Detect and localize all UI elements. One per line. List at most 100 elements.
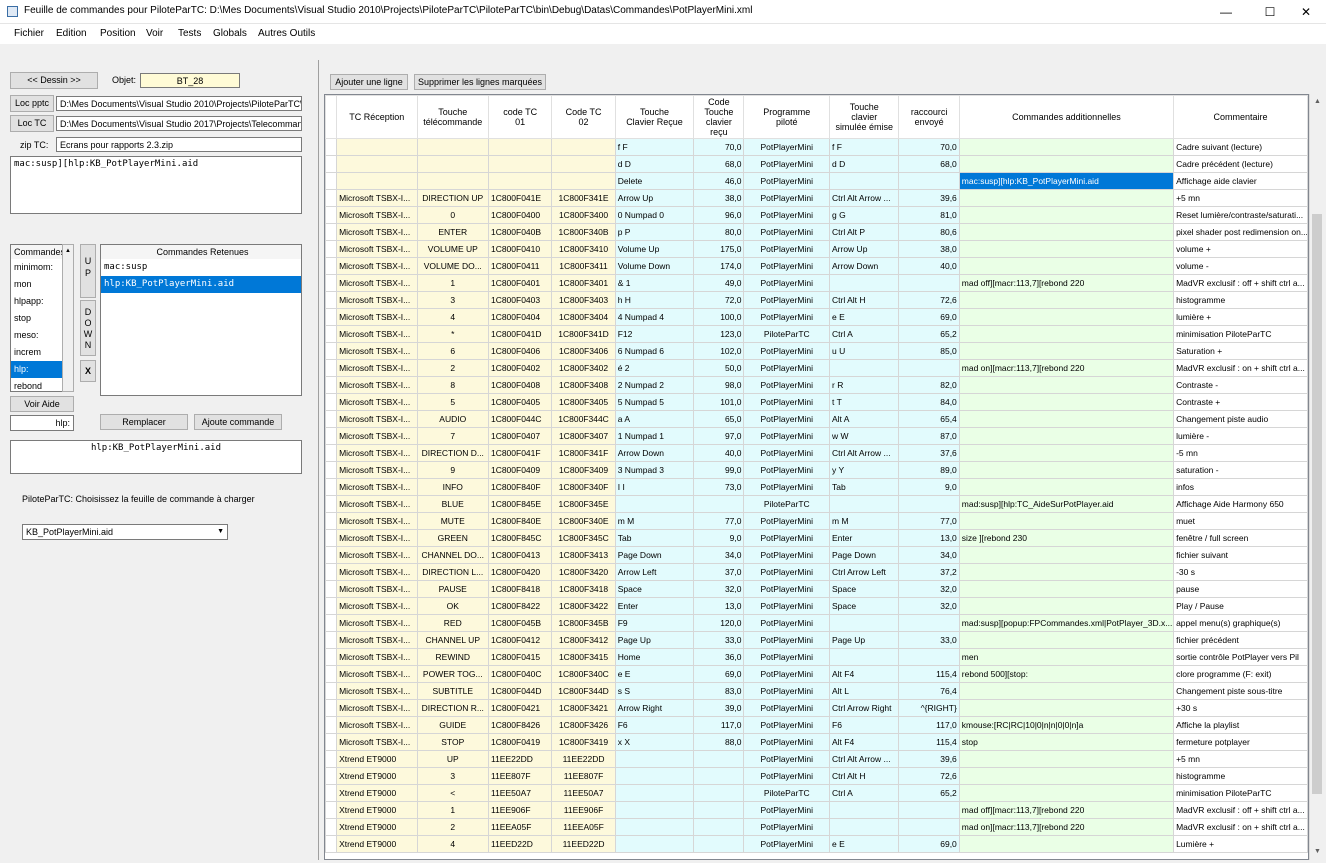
cell-raccourci-envoye[interactable]: 82,0 bbox=[898, 376, 960, 394]
cell-code-tc-01[interactable]: 1C800F0411 bbox=[487, 257, 553, 275]
cell-code-touche-recu[interactable]: 72,0 bbox=[693, 291, 745, 309]
cell-commandes-additionnelles[interactable] bbox=[958, 308, 1175, 326]
cell-touche-clavier-recue[interactable] bbox=[614, 818, 695, 836]
row-header[interactable] bbox=[325, 699, 338, 717]
cell-code-touche-recu[interactable]: 174,0 bbox=[693, 257, 745, 275]
ajoute-commande-button[interactable]: Ajoute commande bbox=[194, 414, 282, 430]
grid-vertical-scrollbar[interactable]: ▲ ▼ bbox=[1309, 94, 1325, 860]
row-header[interactable] bbox=[325, 342, 338, 360]
row-header[interactable] bbox=[325, 223, 338, 241]
cell-touche-simulee-emise[interactable]: Ctrl Alt H bbox=[828, 767, 900, 785]
table-row[interactable]: Xtrend ET9000 2 11EEA05F 11EEA05F PotPlayerM… bbox=[325, 818, 1308, 836]
cell-commentaire[interactable]: Contraste + bbox=[1173, 393, 1308, 411]
cell-programme-pilote[interactable]: PotPlayerMini bbox=[743, 699, 830, 717]
cell-touche-telecommande[interactable]: RED bbox=[416, 614, 489, 632]
cell-raccourci-envoye[interactable]: 89,0 bbox=[898, 461, 960, 479]
cell-touche-clavier-recue[interactable]: x X bbox=[614, 733, 695, 751]
cell-tc-reception[interactable]: Microsoft TSBX-I... bbox=[336, 648, 418, 666]
cell-programme-pilote[interactable]: PotPlayerMini bbox=[743, 461, 830, 479]
cell-code-tc-02[interactable]: 1C800F3412 bbox=[551, 631, 616, 649]
cell-code-tc-01[interactable]: 1C800F845E bbox=[487, 495, 553, 513]
cell-code-tc-02[interactable]: 1C800F3408 bbox=[551, 376, 616, 394]
cell-code-tc-02[interactable]: 11EE906F bbox=[551, 801, 616, 819]
cell-touche-clavier-recue[interactable]: I I bbox=[614, 478, 695, 496]
cell-commandes-additionnelles[interactable] bbox=[958, 461, 1175, 479]
column-header-touche-clavier-recue[interactable]: Touche Clavier Reçue bbox=[614, 95, 695, 139]
cell-programme-pilote[interactable]: PiloteParTC bbox=[743, 495, 830, 513]
cell-touche-simulee-emise[interactable]: w W bbox=[828, 427, 900, 445]
cell-programme-pilote[interactable]: PotPlayerMini bbox=[743, 750, 830, 768]
cell-code-tc-02[interactable]: 1C800F340B bbox=[551, 223, 616, 241]
cell-code-tc-01[interactable]: 1C800F0405 bbox=[487, 393, 553, 411]
cell-touche-clavier-recue[interactable]: p P bbox=[614, 223, 695, 241]
menu-position[interactable]: Position bbox=[100, 28, 136, 39]
cell-touche-simulee-emise[interactable]: Ctrl A bbox=[828, 325, 900, 343]
menu-globals[interactable]: Globals bbox=[213, 28, 247, 39]
cell-tc-reception[interactable]: Microsoft TSBX-I... bbox=[336, 699, 418, 717]
cell-commentaire[interactable]: lumière - bbox=[1173, 427, 1308, 445]
cell-raccourci-envoye[interactable]: 32,0 bbox=[898, 597, 960, 615]
cell-code-touche-recu[interactable]: 73,0 bbox=[693, 478, 745, 496]
cell-code-tc-02[interactable]: 1C800F341F bbox=[551, 444, 616, 462]
cell-code-tc-01[interactable]: 1C800F0402 bbox=[487, 359, 553, 377]
cell-code-tc-02[interactable]: 1C800F345E bbox=[551, 495, 616, 513]
cell-touche-telecommande[interactable]: PAUSE bbox=[416, 580, 489, 598]
cell-code-tc-02[interactable]: 1C800F3418 bbox=[551, 580, 616, 598]
cell-code-tc-01[interactable]: 1C800F8422 bbox=[487, 597, 553, 615]
cell-tc-reception[interactable]: Microsoft TSBX-I... bbox=[336, 580, 418, 598]
cell-tc-reception[interactable]: Microsoft TSBX-I... bbox=[336, 563, 418, 581]
cell-touche-clavier-recue[interactable]: 5 Numpad 5 bbox=[614, 393, 695, 411]
cell-raccourci-envoye[interactable]: 39,6 bbox=[898, 189, 960, 207]
cell-commentaire[interactable]: sortie contrôle PotPlayer vers Pil bbox=[1173, 648, 1308, 666]
cell-code-tc-02[interactable]: 1C800F3415 bbox=[551, 648, 616, 666]
cell-commentaire[interactable]: saturation - bbox=[1173, 461, 1308, 479]
cell-code-tc-01[interactable]: 11EE22DD bbox=[487, 750, 553, 768]
cell-touche-simulee-emise[interactable]: Ctrl A bbox=[828, 784, 900, 802]
cell-tc-reception[interactable]: Microsoft TSBX-I... bbox=[336, 376, 418, 394]
cell-commandes-additionnelles[interactable] bbox=[958, 767, 1175, 785]
cell-code-tc-01[interactable]: 1C800F0410 bbox=[487, 240, 553, 258]
table-row[interactable]: Microsoft TSBX-I... * 1C800F041D 1C800F341D… bbox=[325, 325, 1308, 343]
cell-commentaire[interactable]: +30 s bbox=[1173, 699, 1308, 717]
cell-touche-telecommande[interactable]: 9 bbox=[416, 461, 489, 479]
cell-raccourci-envoye[interactable]: 81,0 bbox=[898, 206, 960, 224]
splitter[interactable] bbox=[318, 60, 319, 860]
cell-touche-clavier-recue[interactable]: F6 bbox=[614, 716, 695, 734]
minimize-button[interactable]: — bbox=[1206, 0, 1246, 24]
cell-code-touche-recu[interactable]: 102,0 bbox=[693, 342, 745, 360]
table-row[interactable]: Microsoft TSBX-I... REWIND 1C800F0415 1C800… bbox=[325, 648, 1308, 666]
cell-commandes-additionnelles[interactable] bbox=[958, 427, 1175, 445]
retenues-list[interactable]: Commandes Retenues mac:susp hlp:KB_PotPl… bbox=[100, 244, 302, 396]
cell-code-tc-01[interactable]: 1C800F0419 bbox=[487, 733, 553, 751]
cell-code-tc-02[interactable]: 1C800F3421 bbox=[551, 699, 616, 717]
table-row[interactable]: Xtrend ET9000 3 11EE807F 11EE807F PotPlayerM… bbox=[325, 767, 1308, 785]
cell-touche-clavier-recue[interactable]: Tab bbox=[614, 529, 695, 547]
cell-code-touche-recu[interactable]: 96,0 bbox=[693, 206, 745, 224]
cell-commandes-additionnelles[interactable]: rebond 500][stop: bbox=[958, 665, 1175, 683]
cell-touche-telecommande[interactable]: 4 bbox=[416, 308, 489, 326]
row-header[interactable] bbox=[325, 733, 338, 751]
cell-commandes-additionnelles[interactable] bbox=[958, 393, 1175, 411]
column-header-touche-telecommande[interactable]: Touche télécommande bbox=[416, 95, 489, 139]
cell-code-tc-01[interactable]: 1C800F0401 bbox=[487, 274, 553, 292]
cell-commentaire[interactable]: MadVR exclusif : off + shift ctrl a... bbox=[1173, 274, 1308, 292]
cell-commandes-additionnelles[interactable]: mad:susp][hlp:TC_AideSurPotPlayer.aid bbox=[958, 495, 1175, 513]
menu-tests[interactable]: Tests bbox=[178, 28, 201, 39]
cell-tc-reception[interactable]: Xtrend ET9000 bbox=[336, 784, 418, 802]
cell-commentaire[interactable]: volume - bbox=[1173, 257, 1308, 275]
zip-field[interactable]: Ecrans pour rapports 2.3.zip bbox=[56, 137, 302, 152]
row-header[interactable] bbox=[325, 427, 338, 445]
row-header[interactable] bbox=[325, 308, 338, 326]
cell-programme-pilote[interactable]: PotPlayerMini bbox=[743, 631, 830, 649]
cell-touche-simulee-emise[interactable]: Ctrl Alt Arrow ... bbox=[828, 444, 900, 462]
cell-code-touche-recu[interactable] bbox=[693, 801, 745, 819]
row-header[interactable] bbox=[325, 767, 338, 785]
cell-touche-telecommande[interactable]: STOP bbox=[416, 733, 489, 751]
cell-raccourci-envoye[interactable]: 87,0 bbox=[898, 427, 960, 445]
commands-grid[interactable]: TC Réception Touche télécommande code TC 0… bbox=[324, 94, 1309, 860]
cell-commentaire[interactable]: +5 mn bbox=[1173, 750, 1308, 768]
cell-code-tc-01[interactable]: 11EE50A7 bbox=[487, 784, 553, 802]
cell-raccourci-envoye[interactable] bbox=[898, 495, 960, 513]
cell-touche-clavier-recue[interactable]: é 2 bbox=[614, 359, 695, 377]
cell-raccourci-envoye[interactable]: 37,2 bbox=[898, 563, 960, 581]
